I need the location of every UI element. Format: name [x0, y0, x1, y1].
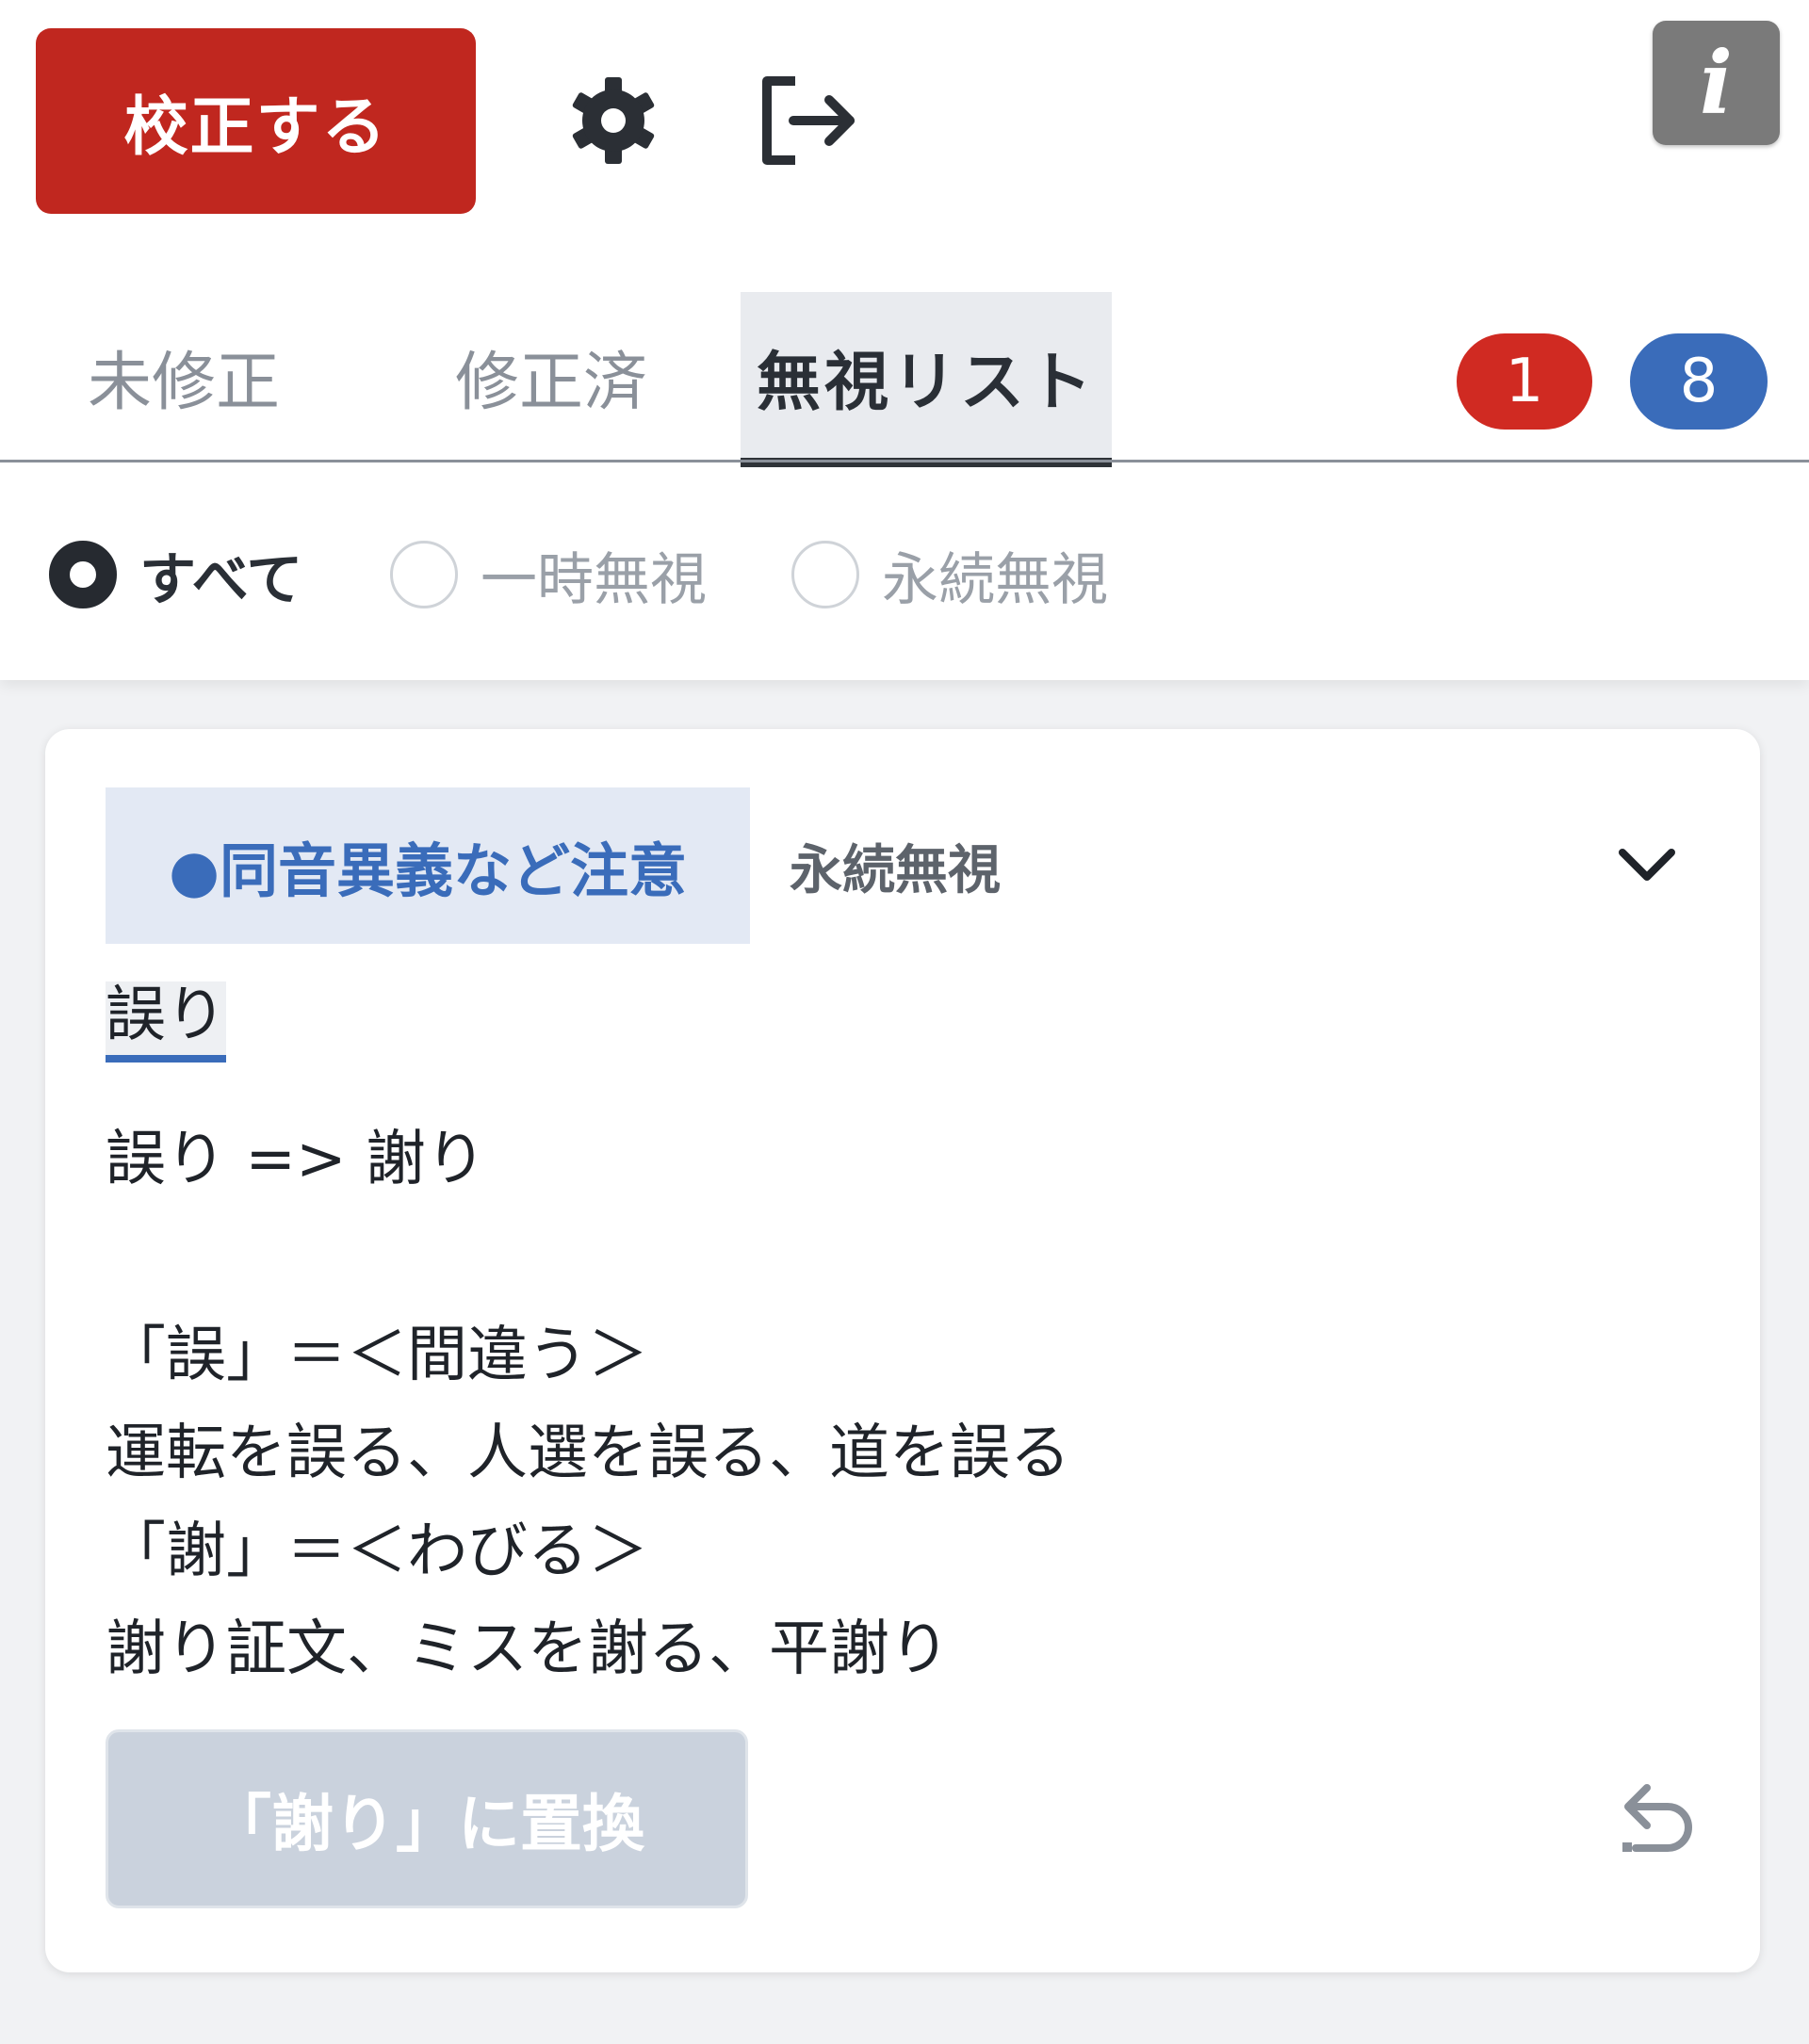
info-button[interactable]: i: [1653, 21, 1780, 145]
tab-fixed[interactable]: 修正済: [433, 292, 669, 460]
settings-button[interactable]: [561, 68, 666, 173]
logout-button[interactable]: [754, 68, 862, 173]
radio-indicator: [390, 541, 458, 608]
undo-button[interactable]: [1600, 1756, 1713, 1869]
chevron-down-icon: [1619, 849, 1675, 881]
filter-temporary-label: 一時無視: [481, 546, 707, 613]
filter-all-radio[interactable]: すべて: [49, 527, 302, 622]
expand-button[interactable]: [1600, 823, 1694, 908]
info-icon: i: [1700, 32, 1733, 134]
suggestion-description: 誤り => 謝り 「誤」＝＜間違う＞ 運転を誤る、人選を誤る、道を誤る 「謝」＝…: [106, 1125, 1070, 1684]
category-tag: ●同音異義など注意: [106, 787, 750, 944]
undo-icon: [1622, 1784, 1692, 1852]
radio-selected-indicator: [49, 541, 117, 608]
target-word[interactable]: 誤り: [106, 981, 226, 1063]
ignore-status-label: 永続無視: [790, 839, 1001, 901]
gear-icon: [572, 77, 655, 164]
filter-permanent-label: 永続無視: [882, 546, 1108, 613]
suggestion-card: ●同音異義など注意 永続無視 誤り 誤り => 謝り 「誤」＝＜間違う＞ 運転を…: [45, 729, 1760, 1972]
filter-all-label: すべて: [139, 546, 303, 613]
top-panel: 校正する i 未修正 修正済 無視リスト 1 8 すべて 一時無視 永続無視: [0, 0, 1809, 680]
unfixed-count-badge: 1: [1457, 333, 1592, 430]
tab-ignore-list[interactable]: 無視リスト: [741, 292, 1112, 467]
proofread-button[interactable]: 校正する: [36, 28, 476, 214]
replace-button[interactable]: 「謝り」に置換: [106, 1729, 748, 1908]
logout-icon: [761, 76, 855, 165]
tab-divider: [0, 460, 1809, 462]
radio-indicator: [791, 541, 859, 608]
ignore-filter: すべて 一時無視 永続無視: [0, 527, 1809, 622]
ignored-count-badge: 8: [1630, 333, 1768, 430]
filter-permanent-radio[interactable]: 永続無視: [791, 527, 1108, 622]
filter-temporary-radio[interactable]: 一時無視: [390, 527, 707, 622]
tab-unfixed[interactable]: 未修正: [66, 292, 302, 460]
